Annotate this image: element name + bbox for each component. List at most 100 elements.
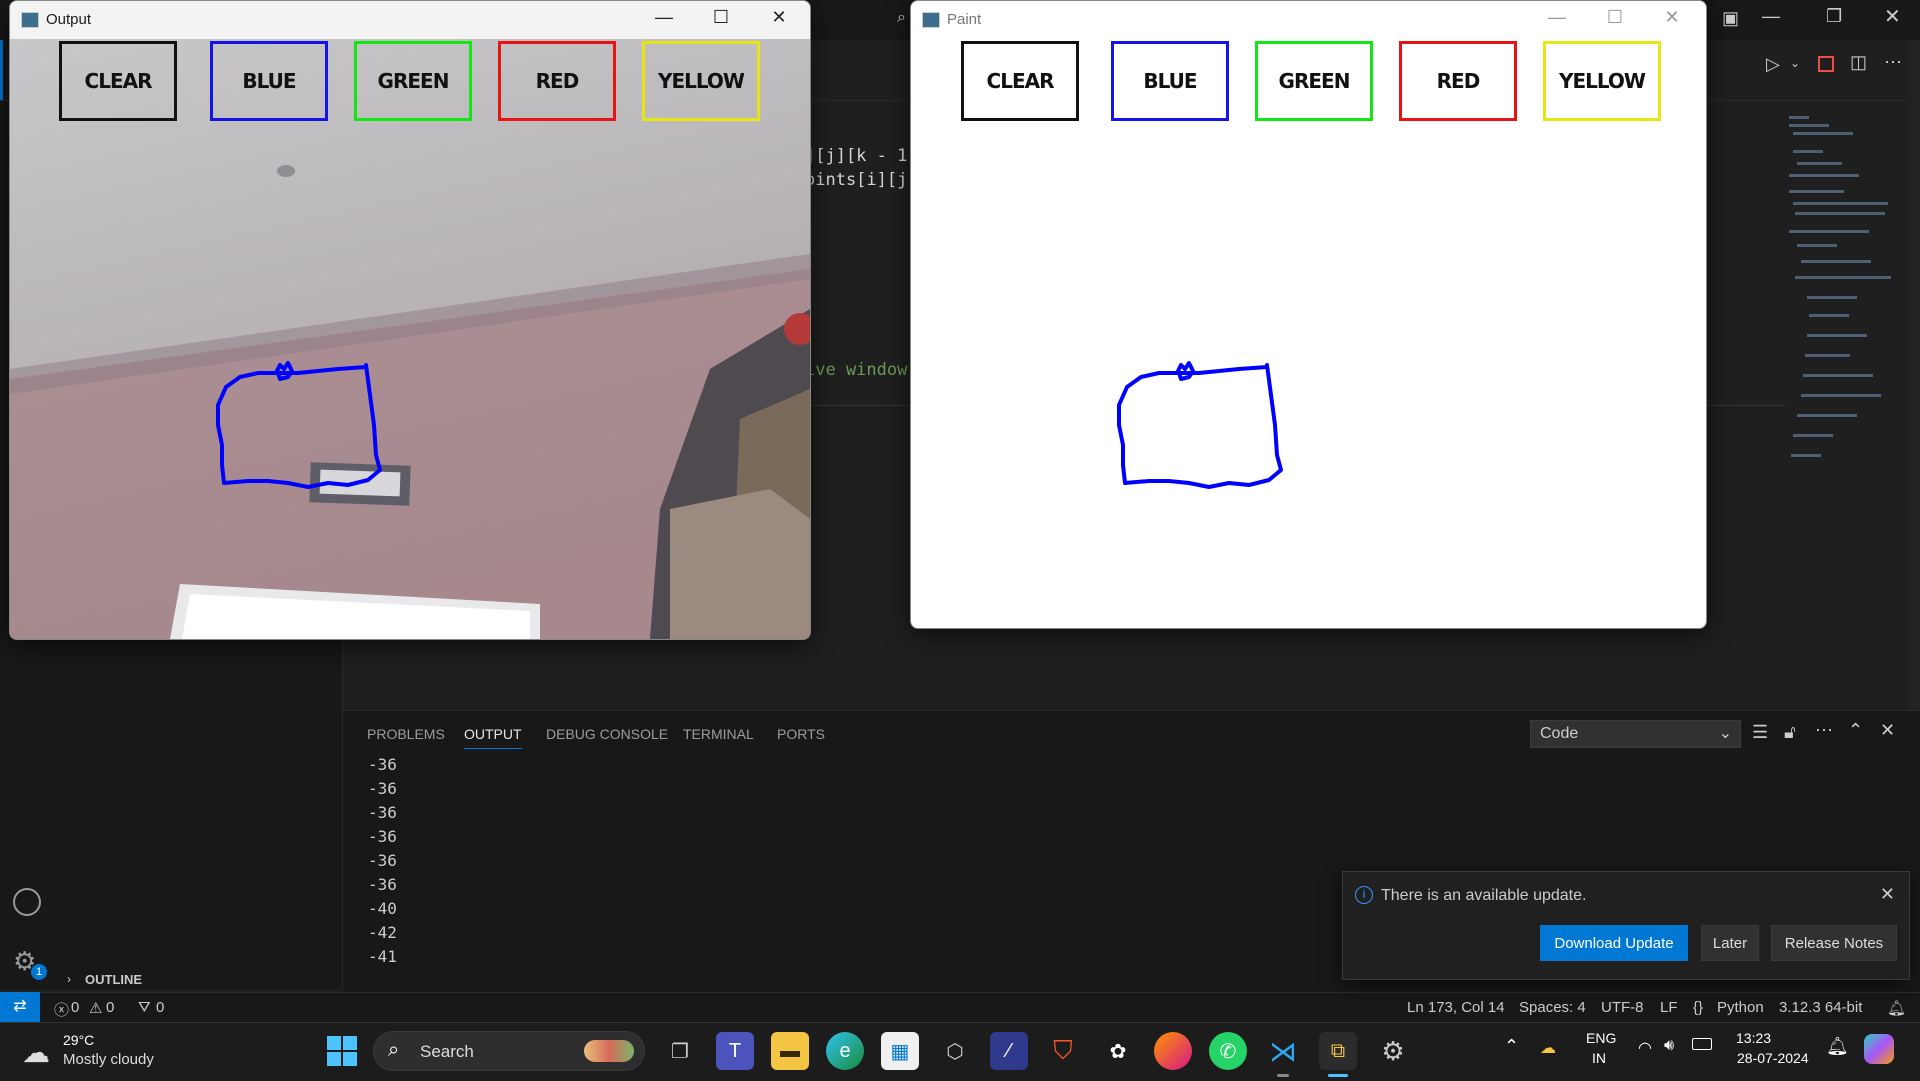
cursor-position[interactable]: Ln 173, Col 14 [1407, 999, 1505, 1016]
output-line: -36 [368, 755, 397, 774]
interpreter[interactable]: 3.12.3 64-bit [1779, 999, 1862, 1016]
code-comment[interactable]: ive window [805, 360, 907, 380]
chevron-down-icon: ⌄ [1718, 725, 1732, 742]
output-line: -41 [368, 947, 397, 966]
notification-message: There is an available update. [1381, 887, 1587, 904]
stop-icon[interactable] [1818, 56, 1834, 72]
output-channel-select[interactable]: Code ⌄ [1530, 720, 1741, 748]
tab-ports[interactable]: PORTS [777, 726, 825, 742]
edge-icon[interactable]: e [826, 1032, 864, 1070]
run-dropdown-icon[interactable]: ⌄ [1790, 56, 1800, 70]
onedrive-icon[interactable]: ☁ [1540, 1038, 1556, 1058]
accounts-icon[interactable] [13, 888, 41, 916]
search-label: Search [420, 1042, 474, 1061]
language-mode[interactable]: Python [1717, 999, 1764, 1016]
tab-problems[interactable]: PROBLEMS [367, 726, 445, 742]
taskbar-search[interactable]: ⌕ Search [373, 1031, 645, 1071]
eol[interactable]: LF [1660, 999, 1678, 1016]
copilot-icon[interactable] [1864, 1034, 1894, 1064]
warning-count[interactable]: 0 [106, 999, 114, 1016]
code-line[interactable]: oints[i][j] [805, 170, 918, 190]
notification-bell-icon[interactable]: 🔔︎ [1826, 1036, 1849, 1057]
download-update-button[interactable]: Download Update [1540, 925, 1688, 961]
tab-output[interactable]: OUTPUT [464, 726, 522, 749]
output-line: -36 [368, 779, 397, 798]
later-button[interactable]: Later [1701, 925, 1759, 961]
update-notification: i There is an available update. ✕ Downlo… [1342, 871, 1910, 980]
vscode-icon[interactable]: ⋊ [1264, 1032, 1302, 1070]
release-notes-button[interactable]: Release Notes [1771, 925, 1897, 961]
weather-temp[interactable]: 29°C [63, 1032, 94, 1048]
unity-icon[interactable]: ⬡ [936, 1032, 974, 1070]
more-actions-icon[interactable]: ⋯ [1884, 52, 1902, 73]
wifi-icon[interactable]: ◠ [1638, 1038, 1652, 1058]
bell-icon[interactable]: 🔔︎ [1887, 999, 1906, 1017]
error-count[interactable]: 0 [71, 999, 79, 1016]
app-icon[interactable]: ⁄ [990, 1032, 1028, 1070]
drawn-stroke [216, 361, 382, 489]
paint-window: Paint — ☐ ✕ CLEAR BLUE GREEN RED YELLOW [910, 0, 1707, 629]
split-editor-icon[interactable]: ◫ [1850, 52, 1867, 73]
close-icon[interactable]: ✕ [1880, 884, 1895, 905]
language-bottom[interactable]: IN [1592, 1050, 1606, 1066]
output-line: -36 [368, 851, 397, 870]
scrollbar[interactable] [1908, 40, 1920, 710]
weather-desc[interactable]: Mostly cloudy [63, 1051, 154, 1068]
output-line: -36 [368, 803, 397, 822]
task-view-icon[interactable]: ❐ [661, 1032, 699, 1070]
braces-icon: {} [1693, 999, 1704, 1016]
battery-icon[interactable] [1692, 1038, 1712, 1050]
clock-date[interactable]: 28-07-2024 [1737, 1050, 1809, 1066]
ports-icon[interactable]: ⛛ [138, 999, 151, 1016]
outline-section[interactable]: OUTLINE [85, 972, 142, 987]
output-line: -36 [368, 827, 397, 846]
tab-debug-console[interactable]: DEBUG CONSOLE [546, 726, 668, 742]
clear-output-icon[interactable]: ☰ [1752, 722, 1768, 743]
weather-icon[interactable]: ☁ [22, 1036, 50, 1069]
close-icon[interactable]: ✕ [1884, 4, 1901, 29]
run-icon[interactable]: ▷ [1766, 54, 1780, 75]
output-line: -42 [368, 923, 397, 942]
indentation[interactable]: Spaces: 4 [1519, 999, 1586, 1016]
restore-icon[interactable]: ❐ [1826, 6, 1842, 27]
language-top[interactable]: ENG [1586, 1030, 1616, 1046]
ports-count[interactable]: 0 [156, 999, 164, 1016]
clock-time[interactable]: 13:23 [1736, 1030, 1771, 1046]
tab-terminal[interactable]: TERMINAL [683, 726, 754, 742]
brave-icon[interactable]: ⛉ [1044, 1032, 1082, 1070]
chatgpt-icon[interactable]: ✿ [1099, 1032, 1137, 1070]
badge: 1 [31, 964, 47, 980]
search-highlight-icon [584, 1040, 634, 1062]
remote-icon[interactable]: ⇄ [0, 992, 40, 1022]
output-line: -40 [368, 899, 397, 918]
activity-indicator [0, 40, 3, 100]
output-channel-value: Code [1540, 725, 1579, 742]
file-explorer-icon[interactable]: ▬ [771, 1032, 809, 1070]
search-icon: ⌕ [388, 1039, 400, 1061]
whatsapp-icon[interactable]: ✆ [1209, 1032, 1247, 1070]
error-icon[interactable]: ⓧ [54, 999, 69, 1020]
active-indicator [1328, 1074, 1348, 1077]
warning-icon[interactable]: ⚠ [89, 999, 102, 1017]
minimize-icon[interactable]: — [1762, 6, 1780, 27]
close-panel-icon[interactable]: ✕ [1880, 720, 1895, 741]
output-line: -36 [368, 875, 397, 894]
teams-icon[interactable]: T [716, 1032, 754, 1070]
start-icon[interactable] [327, 1036, 357, 1066]
maximize-panel-icon[interactable]: ⌃ [1848, 720, 1863, 741]
chevron-up-icon[interactable]: ⌃ [1504, 1036, 1519, 1057]
encoding[interactable]: UTF-8 [1601, 999, 1644, 1016]
info-icon: i [1355, 886, 1373, 904]
layout-icon[interactable]: ▣ [1722, 8, 1739, 29]
store-icon[interactable]: ▦ [881, 1032, 919, 1070]
settings-icon[interactable]: ⚙ [1374, 1032, 1412, 1070]
drawn-stroke [1117, 361, 1283, 489]
more-icon[interactable]: ⋯ [1815, 720, 1833, 741]
minimap[interactable] [1785, 110, 1895, 470]
firefox-icon[interactable] [1154, 1032, 1192, 1070]
python-icon[interactable]: ⧉ [1319, 1032, 1357, 1070]
code-line[interactable]: ][j][k - 1 [805, 146, 907, 166]
lock-icon[interactable]: 🔓︎ [1784, 722, 1796, 743]
volume-icon[interactable]: 🔊︎ [1664, 1037, 1674, 1055]
running-indicator [1277, 1074, 1289, 1077]
